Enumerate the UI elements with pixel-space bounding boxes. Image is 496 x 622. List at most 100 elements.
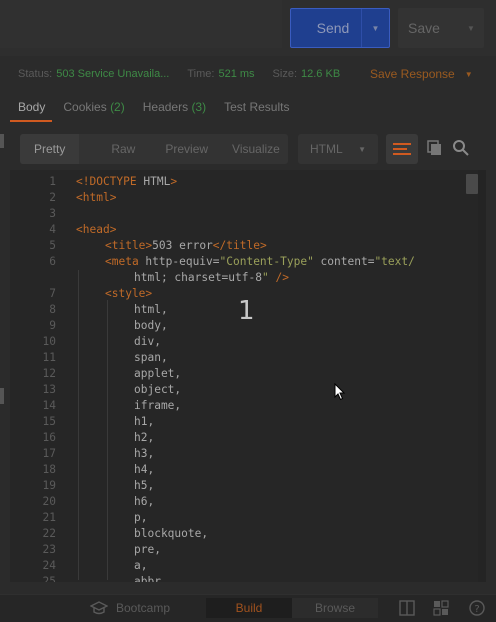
code-text: <html> [76, 191, 117, 204]
code-line[interactable]: 11 span, [10, 350, 470, 366]
mouse-cursor-icon [334, 383, 346, 401]
tab-test-results[interactable]: Test Results [224, 100, 289, 114]
code-text: h2, [134, 431, 155, 444]
line-number: 12 [42, 367, 56, 380]
wrap-lines-icon [393, 143, 411, 155]
code-text: object, [134, 383, 182, 396]
code-text: h4, [134, 463, 155, 476]
format-select[interactable]: HTML ▼ [298, 134, 378, 164]
tab-test-results-label: Test Results [224, 100, 290, 114]
status-value[interactable]: 503 Service Unavaila... [56, 68, 169, 80]
line-number: 7 [49, 287, 56, 300]
code-line[interactable]: 18 h4, [10, 462, 470, 478]
save-response-dropdown-icon[interactable]: ▼ [465, 70, 473, 79]
format-select-value: HTML [310, 142, 343, 156]
code-line[interactable]: 20 h6, [10, 494, 470, 510]
time-value[interactable]: 521 ms [218, 68, 254, 80]
tab-cookies-label: Cookies [63, 100, 107, 114]
code-line[interactable]: 3 [10, 206, 470, 222]
code-text: div, [134, 335, 161, 348]
view-mode-raw[interactable]: Raw [111, 142, 135, 156]
view-mode-toolbar: Pretty Raw Preview Visualize [20, 134, 288, 164]
code-line[interactable]: 24 a, [10, 558, 470, 574]
view-mode-visualize[interactable]: Visualize [232, 142, 280, 156]
chevron-down-icon: ▼ [358, 144, 366, 154]
layout-icon[interactable] [432, 599, 450, 617]
tab-cookies[interactable]: Cookies (2) [63, 100, 124, 114]
view-mode-pretty[interactable]: Pretty [20, 134, 80, 164]
time-group: Time: 521 ms [187, 68, 254, 80]
bootcamp-label: Bootcamp [116, 601, 171, 615]
copy-icon[interactable] [426, 139, 444, 157]
search-icon[interactable] [452, 139, 470, 157]
code-line[interactable]: 12 applet, [10, 366, 470, 382]
editor-scrollbar[interactable] [478, 170, 486, 582]
code-line[interactable]: 25 abbr, [10, 574, 470, 582]
code-line[interactable]: 5 <title>503 error</title> [10, 238, 470, 254]
size-label: Size: [272, 68, 298, 80]
save-button[interactable]: Save ▼ [398, 8, 484, 48]
code-text: abbr, [134, 575, 168, 582]
bootcamp-button[interactable]: Bootcamp [90, 594, 170, 622]
build-mode-button[interactable]: Build [206, 598, 292, 618]
save-response-label: Save Response [370, 67, 455, 81]
code-line[interactable]: 6 <meta http-equiv="Content-Type" content… [10, 254, 470, 270]
tab-headers[interactable]: Headers (3) [143, 100, 206, 114]
send-button[interactable]: Send ▼ [290, 8, 390, 48]
line-number: 19 [42, 479, 56, 492]
wrap-lines-button[interactable] [386, 134, 418, 164]
line-number: 9 [49, 319, 56, 332]
code-text: a, [134, 559, 148, 572]
line-number: 17 [42, 447, 56, 460]
line-number: 22 [42, 527, 56, 540]
code-line[interactable]: 22 blockquote, [10, 526, 470, 542]
code-text: h3, [134, 447, 155, 460]
code-line[interactable]: 21 p, [10, 510, 470, 526]
send-dropdown-icon[interactable]: ▼ [361, 9, 389, 47]
save-response-button[interactable]: Save Response ▼ [370, 58, 473, 90]
code-line[interactable]: 19 h5, [10, 478, 470, 494]
bootcamp-icon [90, 601, 108, 615]
line-number: 14 [42, 399, 56, 412]
line-number: 23 [42, 543, 56, 556]
code-line[interactable]: 16 h2, [10, 430, 470, 446]
two-pane-icon[interactable] [398, 599, 416, 617]
save-dropdown-icon[interactable]: ▼ [458, 24, 484, 33]
line-number: 13 [42, 383, 56, 396]
left-edge-handle [0, 388, 4, 404]
code-line[interactable]: 4 <head> [10, 222, 470, 238]
editor-scroll-thumb[interactable] [466, 174, 478, 194]
code-line[interactable]: 10 div, [10, 334, 470, 350]
code-text: iframe, [134, 399, 182, 412]
url-area[interactable] [0, 0, 282, 48]
code-text: h5, [134, 479, 155, 492]
code-line[interactable]: 1 <!DOCTYPE HTML> [10, 174, 470, 190]
code-line[interactable]: 14 iframe, [10, 398, 470, 414]
line-number: 21 [42, 511, 56, 524]
response-tabs: Body Cookies (2) Headers (3) Test Result… [0, 92, 496, 122]
line-number: 20 [42, 495, 56, 508]
overlay-number: 1 [238, 296, 255, 326]
response-body-editor[interactable]: 1 <!DOCTYPE HTML> 2 <html> 3 4 <head> 5 <title>5… [10, 170, 486, 582]
code-line[interactable]: html; charset=utf-8" /> [10, 270, 470, 286]
line-number: 1 [49, 175, 56, 188]
line-number: 6 [49, 255, 56, 268]
line-number: 4 [49, 223, 56, 236]
view-mode-preview[interactable]: Preview [165, 142, 208, 156]
size-value[interactable]: 12.6 KB [301, 68, 340, 80]
code-text: <!DOCTYPE HTML> [76, 175, 178, 188]
code-line[interactable]: 15 h1, [10, 414, 470, 430]
code-line[interactable]: 17 h3, [10, 446, 470, 462]
code-text: <title>503 error</title> [105, 239, 267, 252]
tab-body[interactable]: Body [18, 100, 45, 114]
code-line[interactable]: 23 pre, [10, 542, 470, 558]
code-line[interactable]: 2 <html> [10, 190, 470, 206]
code-text: body, [134, 319, 168, 332]
help-icon[interactable]: ? [468, 599, 486, 617]
line-number: 15 [42, 415, 56, 428]
code-line[interactable]: 13 object, [10, 382, 470, 398]
code-text: blockquote, [134, 527, 209, 540]
line-number: 24 [42, 559, 56, 572]
browse-mode-button[interactable]: Browse [292, 598, 378, 618]
line-number: 2 [49, 191, 56, 204]
